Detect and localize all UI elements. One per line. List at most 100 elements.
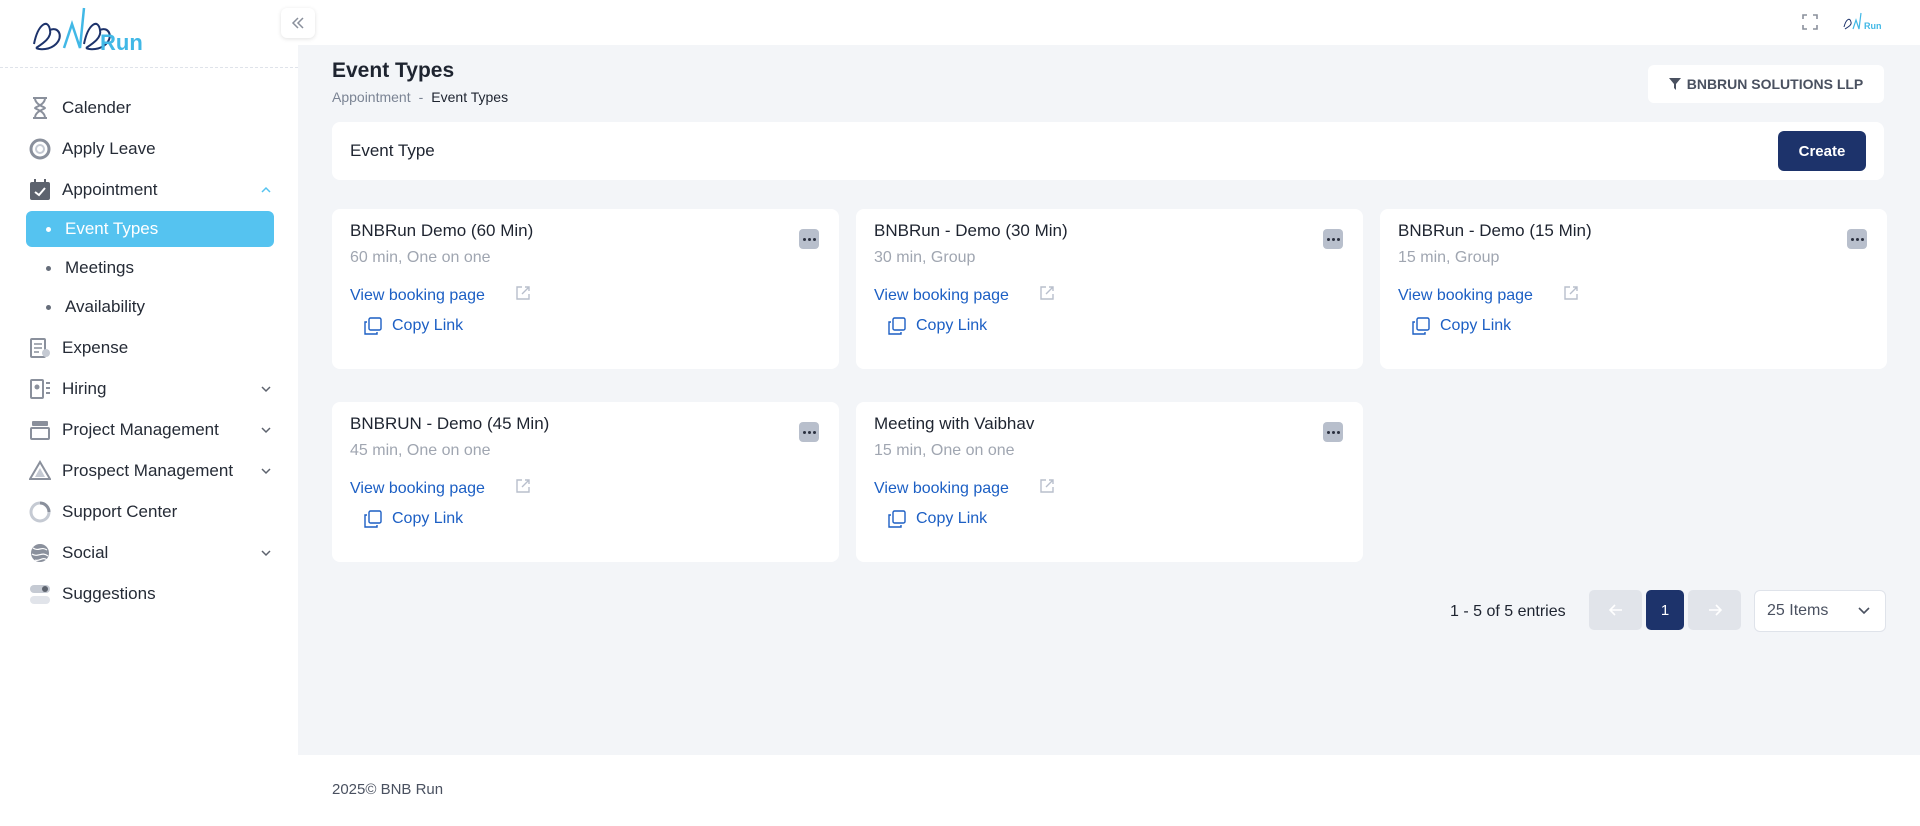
chevron-down-icon[interactable] bbox=[260, 424, 272, 436]
chevron-down-icon[interactable] bbox=[260, 383, 272, 395]
more-options-button[interactable] bbox=[1323, 422, 1343, 442]
sidebar-item-social[interactable]: Social bbox=[0, 533, 298, 573]
sidebar-item-label: Suggestions bbox=[62, 584, 156, 603]
copy-link-button[interactable]: Copy Link bbox=[888, 510, 987, 528]
event-type-card: BNBRUN - Demo (45 Min) 45 min, One on on… bbox=[332, 402, 839, 562]
more-options-button[interactable] bbox=[1323, 229, 1343, 249]
copy-link-label: Copy Link bbox=[1440, 317, 1512, 334]
sidebar-collapse-button[interactable] bbox=[281, 8, 315, 38]
footer: 2025© BNB Run bbox=[298, 755, 1920, 826]
id-card-icon bbox=[28, 377, 52, 401]
organization-filter-button[interactable]: BNBRUN SOLUTIONS LLP bbox=[1648, 65, 1884, 103]
sidebar-item-hiring[interactable]: Hiring bbox=[0, 369, 298, 409]
sidebar-item-label: Expense bbox=[62, 338, 129, 357]
sidebar-item-label: Hiring bbox=[62, 379, 107, 398]
sidebar-item-calender[interactable]: Calender bbox=[0, 88, 298, 128]
user-brand-logo[interactable]: Run bbox=[1842, 11, 1886, 33]
copy-link-button[interactable]: Copy Link bbox=[1412, 317, 1511, 335]
double-chevron-left-icon bbox=[291, 17, 304, 29]
sidebar-item-label: Social bbox=[62, 543, 109, 562]
sidebar-item-label: Appointment bbox=[62, 180, 158, 199]
event-type-title: BNBRun - Demo (30 Min) bbox=[874, 221, 1068, 240]
chevron-down-icon[interactable] bbox=[260, 465, 272, 477]
pie-icon bbox=[28, 500, 52, 524]
event-type-details: 15 min, One on one bbox=[874, 442, 1015, 459]
chevron-up-icon[interactable] bbox=[260, 184, 272, 196]
sidebar-subitem-label: Meetings bbox=[65, 258, 134, 277]
appointment-submenu: Event Types Meetings Availability bbox=[0, 211, 298, 325]
copy-link-label: Copy Link bbox=[916, 510, 988, 527]
lifebuoy-icon bbox=[28, 137, 52, 161]
fullscreen-icon[interactable] bbox=[1800, 12, 1820, 32]
more-options-button[interactable] bbox=[799, 229, 819, 249]
bullet-icon bbox=[46, 265, 51, 271]
sidebar-item-label: Apply Leave bbox=[62, 139, 156, 158]
sidebar-item-apply-leave[interactable]: Apply Leave bbox=[0, 129, 298, 169]
event-type-details: 45 min, One on one bbox=[350, 442, 491, 459]
brand-logo-word: Run bbox=[100, 30, 143, 55]
event-type-title: BNBRun - Demo (15 Min) bbox=[1398, 221, 1592, 240]
more-options-button[interactable] bbox=[1847, 229, 1867, 249]
sidebar-subitem-meetings[interactable]: Meetings bbox=[26, 250, 274, 286]
event-type-details: 15 min, Group bbox=[1398, 249, 1500, 266]
external-link-icon[interactable] bbox=[1038, 477, 1056, 495]
event-type-card: BNBRun - Demo (15 Min) 15 min, Group Vie… bbox=[1380, 209, 1887, 369]
more-options-button[interactable] bbox=[799, 422, 819, 442]
copy-link-button[interactable]: Copy Link bbox=[364, 317, 463, 335]
copy-link-button[interactable]: Copy Link bbox=[888, 317, 987, 335]
sidebar-item-project-management[interactable]: Project Management bbox=[0, 410, 298, 450]
previous-page-button[interactable] bbox=[1589, 590, 1642, 630]
copy-icon bbox=[364, 317, 382, 335]
view-booking-page-link[interactable]: View booking page bbox=[874, 287, 1009, 305]
copy-link-button[interactable]: Copy Link bbox=[364, 510, 463, 528]
next-page-button[interactable] bbox=[1688, 590, 1741, 630]
footer-copyright: 2025© BNB Run bbox=[332, 781, 444, 798]
entries-count: 1 - 5 of 5 entries bbox=[1450, 603, 1566, 620]
sidebar-subitem-event-types[interactable]: Event Types bbox=[26, 211, 274, 247]
external-link-icon[interactable] bbox=[1562, 284, 1580, 302]
calendar-check-icon bbox=[28, 178, 52, 202]
sidebar-item-appointment[interactable]: Appointment bbox=[0, 170, 298, 210]
folder-stack-icon bbox=[28, 418, 52, 442]
sidebar-nav: Calender Apply Leave Appointment Event T… bbox=[0, 68, 298, 614]
chevron-down-icon[interactable] bbox=[260, 547, 272, 559]
sidebar-item-suggestions[interactable]: Suggestions bbox=[0, 574, 298, 614]
breadcrumb-item-appointment[interactable]: Appointment bbox=[332, 89, 411, 105]
copy-icon bbox=[364, 510, 382, 528]
event-type-card: BNBRun Demo (60 Min) 60 min, One on one … bbox=[332, 209, 839, 369]
view-booking-page-link[interactable]: View booking page bbox=[874, 480, 1009, 498]
sidebar-item-label: Prospect Management bbox=[62, 461, 234, 480]
sidebar-item-label: Support Center bbox=[62, 502, 178, 521]
event-type-title: BNBRUN - Demo (45 Min) bbox=[350, 414, 550, 433]
event-type-details: 30 min, Group bbox=[874, 249, 976, 266]
topbar: Run bbox=[298, 0, 1920, 45]
receipt-icon bbox=[28, 336, 52, 360]
view-booking-page-link[interactable]: View booking page bbox=[350, 287, 485, 305]
view-booking-page-link[interactable]: View booking page bbox=[350, 480, 485, 498]
page-number-button[interactable]: 1 bbox=[1646, 590, 1684, 630]
view-booking-page-link[interactable]: View booking page bbox=[1398, 287, 1533, 305]
arrow-right-icon bbox=[1708, 604, 1722, 616]
copy-link-label: Copy Link bbox=[392, 317, 464, 334]
sidebar-subitem-availability[interactable]: Availability bbox=[26, 289, 274, 325]
sidebar-item-support-center[interactable]: Support Center bbox=[0, 492, 298, 532]
copy-link-label: Copy Link bbox=[916, 317, 988, 334]
sidebar-item-expense[interactable]: Expense bbox=[0, 328, 298, 368]
logo-area: Run bbox=[0, 0, 298, 68]
toggle-icon bbox=[28, 582, 52, 606]
copy-icon bbox=[1412, 317, 1430, 335]
external-link-icon[interactable] bbox=[1038, 284, 1056, 302]
bullet-icon bbox=[46, 304, 51, 310]
external-link-icon[interactable] bbox=[514, 284, 532, 302]
external-link-icon[interactable] bbox=[514, 477, 532, 495]
event-type-header: Event Type Create bbox=[332, 122, 1884, 180]
filter-icon bbox=[1668, 78, 1681, 90]
sidebar-item-prospect-management[interactable]: Prospect Management bbox=[0, 451, 298, 491]
user-brand-logo-text: Run bbox=[1864, 21, 1882, 31]
page-title: Event Types bbox=[332, 59, 455, 82]
event-type-card: BNBRun - Demo (30 Min) 30 min, Group Vie… bbox=[856, 209, 1363, 369]
page-size-select[interactable]: 25 Items bbox=[1754, 590, 1886, 632]
create-button[interactable]: Create bbox=[1778, 131, 1866, 171]
page-size-value: 25 Items bbox=[1767, 602, 1829, 619]
event-type-details: 60 min, One on one bbox=[350, 249, 491, 266]
